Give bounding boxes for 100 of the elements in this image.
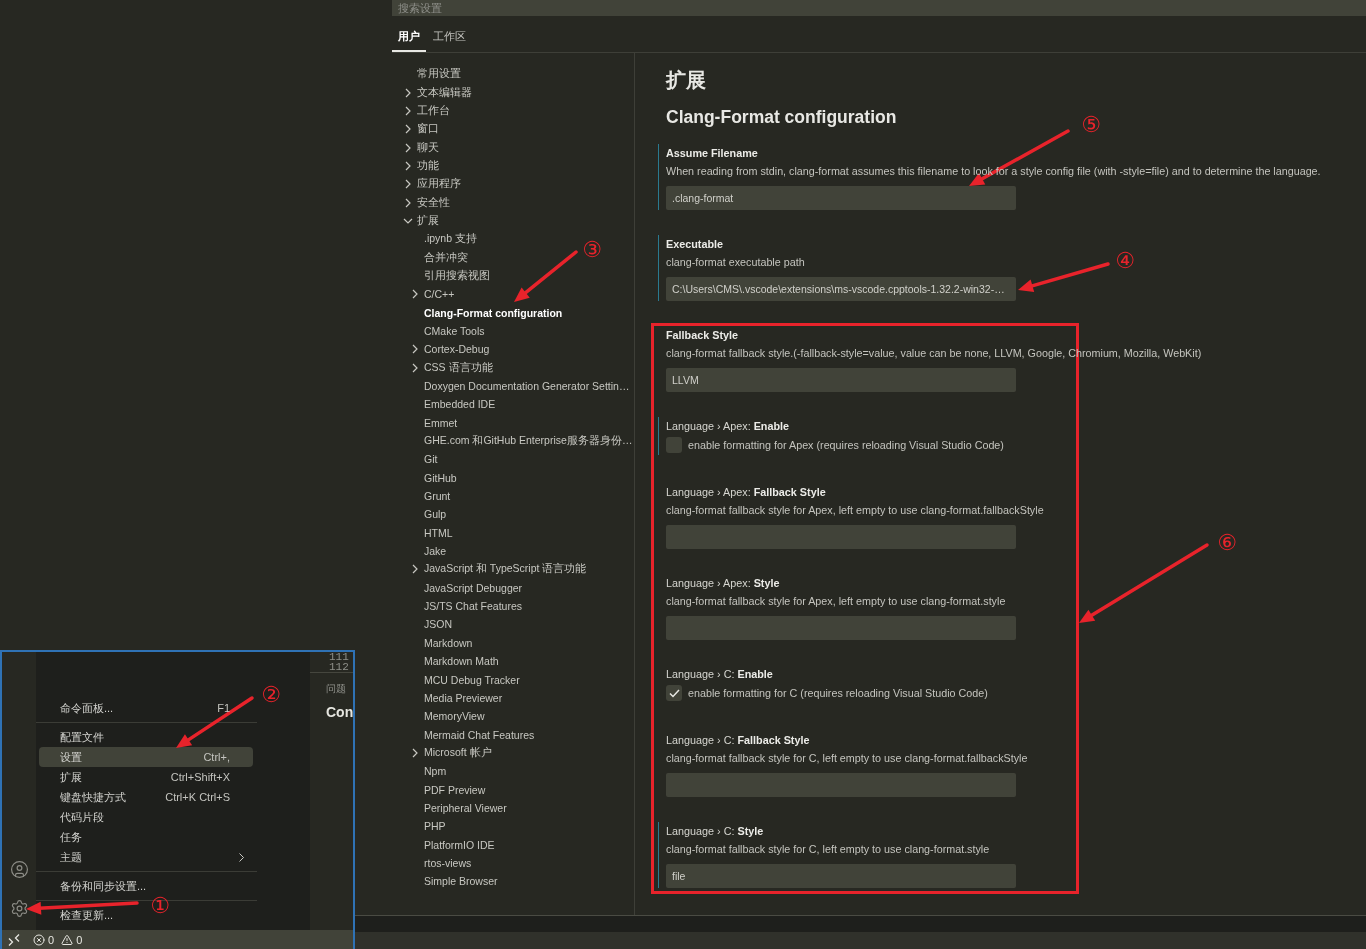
annotation-number: ⑥ bbox=[1217, 532, 1237, 554]
chevron-right-icon bbox=[239, 852, 244, 862]
chevron-right-icon bbox=[410, 344, 420, 355]
annotation-number: ⑤ bbox=[1081, 114, 1101, 136]
chevron-right-icon bbox=[403, 142, 413, 153]
toc-item[interactable]: Grunt bbox=[424, 486, 451, 506]
tab[interactable]: 用户 bbox=[392, 29, 426, 52]
toc-item[interactable]: JavaScript 和 TypeScript 语言功能 bbox=[410, 560, 587, 579]
setting-description: clang-format fallback style for C, left empty to use clang-format.style bbox=[666, 842, 990, 857]
error-count[interactable]: 0 bbox=[48, 933, 55, 946]
toc-item[interactable]: 窗口 bbox=[403, 120, 439, 139]
setting-title: Fallback Style bbox=[666, 328, 738, 343]
editor-text: Con bbox=[326, 704, 353, 720]
warning-count[interactable]: 0 bbox=[76, 933, 83, 946]
toc-item[interactable]: 引用搜索视图 bbox=[424, 266, 490, 286]
toc-item[interactable]: C/C++ bbox=[410, 285, 455, 304]
line-number: 112 bbox=[329, 662, 349, 672]
menu-item[interactable]: 主题 bbox=[39, 847, 253, 867]
toc-item[interactable]: 合并冲突 bbox=[424, 248, 468, 267]
toc-item[interactable]: Emmet bbox=[424, 413, 458, 432]
toc-item[interactable]: Cortex-Debug bbox=[410, 340, 490, 359]
toc-item[interactable]: Npm bbox=[424, 762, 447, 781]
warning-icon[interactable] bbox=[61, 933, 74, 946]
toc-item[interactable]: Media Previewer bbox=[424, 688, 503, 708]
toc-item[interactable]: Clang-Format configuration bbox=[424, 303, 563, 322]
setting-title: Language › C: Style bbox=[666, 824, 764, 839]
setting-description: enable formatting for C (requires reloading Visual Studio Code) bbox=[688, 685, 988, 701]
toc-item[interactable]: Git bbox=[424, 450, 438, 469]
text-input[interactable]: LLVM bbox=[666, 368, 1016, 392]
toc-item[interactable]: JSON bbox=[424, 615, 452, 634]
toc-item[interactable]: PDF Preview bbox=[424, 780, 486, 799]
chevron-right-icon bbox=[410, 747, 420, 758]
toc-item[interactable]: CSS 语言功能 bbox=[410, 358, 493, 377]
error-icon[interactable] bbox=[33, 933, 45, 946]
checkbox[interactable] bbox=[666, 685, 682, 701]
setting-title: Language › Apex: Style bbox=[666, 576, 780, 591]
account-icon[interactable] bbox=[9, 860, 29, 879]
toc-item[interactable]: Markdown bbox=[424, 633, 473, 652]
toc-item[interactable]: .ipynb 支持 bbox=[424, 230, 477, 249]
toc-item[interactable]: 应用程序 bbox=[403, 175, 461, 194]
menu-item[interactable]: 命令面板... F1 bbox=[39, 698, 253, 718]
toc-item[interactable]: PlatformIO IDE bbox=[424, 835, 495, 854]
toc-item[interactable]: rtos-views bbox=[424, 853, 472, 873]
toc-item[interactable]: Gulp bbox=[424, 505, 447, 524]
toc-item[interactable]: PHP bbox=[424, 817, 446, 836]
chevron-right-icon bbox=[403, 87, 413, 98]
text-input[interactable]: file bbox=[666, 864, 1016, 888]
menu-item[interactable]: 键盘快捷方式 Ctrl+K Ctrl+S bbox=[39, 787, 253, 807]
toc-item[interactable]: Markdown Math bbox=[424, 652, 499, 671]
text-input[interactable] bbox=[666, 773, 1016, 797]
toc-item[interactable]: Doxygen Documentation Generator Settin… bbox=[424, 376, 630, 396]
toc-item[interactable]: 文本编辑器 bbox=[403, 83, 472, 102]
toc-item[interactable]: Mermaid Chat Features bbox=[424, 725, 535, 744]
setting-title: Language › Apex: Fallback Style bbox=[666, 485, 826, 500]
toc-item[interactable]: GHE.com 和GitHub Enterprise服务器身份… bbox=[424, 431, 633, 451]
text-input[interactable]: .clang-format bbox=[666, 186, 1016, 210]
toc-item[interactable]: JS/TS Chat Features bbox=[424, 596, 523, 616]
toc-item[interactable]: 工作台 bbox=[403, 101, 450, 121]
remote-icon[interactable] bbox=[8, 933, 20, 946]
text-input[interactable]: C:\Users\CMS\.vscode\extensions\ms-vscode.cpptools-1.32.2-win32-… bbox=[666, 277, 1016, 301]
tab[interactable]: 工作区 bbox=[427, 29, 472, 52]
toc-item[interactable]: JavaScript Debugger bbox=[424, 578, 523, 597]
toc-item[interactable]: 常用设置 bbox=[417, 65, 461, 84]
annotation-number: ① bbox=[150, 895, 170, 917]
text-input[interactable] bbox=[666, 525, 1016, 549]
toc-item[interactable]: MCU Debug Tracker bbox=[424, 670, 520, 689]
chevron-right-icon bbox=[410, 564, 420, 575]
toc-item[interactable]: 扩展 bbox=[403, 211, 439, 231]
chevron-right-icon bbox=[403, 124, 413, 135]
menu-item[interactable]: 配置文件 bbox=[39, 727, 253, 747]
toc-item[interactable]: Microsoft 帐户 bbox=[410, 743, 492, 763]
annotation-arrow bbox=[514, 250, 578, 302]
setting-title: Language › Apex: Enable bbox=[666, 419, 790, 434]
toc-item[interactable]: 聊天 bbox=[403, 138, 439, 157]
checkbox[interactable] bbox=[666, 437, 682, 453]
chevron-right-icon bbox=[403, 105, 413, 116]
setting-description: enable formatting for Apex (requires reloading Visual Studio Code) bbox=[688, 437, 1004, 453]
toc-item[interactable]: HTML bbox=[424, 523, 453, 542]
toc-item[interactable]: Simple Browser bbox=[424, 872, 498, 891]
toc-item[interactable]: Peripheral Viewer bbox=[424, 798, 507, 818]
menu-item[interactable]: 备份和同步设置... bbox=[39, 876, 253, 896]
menu-item[interactable]: 代码片段 bbox=[39, 807, 253, 827]
setting-title: Executable bbox=[666, 237, 723, 252]
toc-item[interactable]: CMake Tools bbox=[424, 321, 485, 341]
search-field[interactable]: 搜索设置 bbox=[392, 0, 1366, 16]
toc-item[interactable]: 安全性 bbox=[403, 193, 450, 212]
menu-item[interactable]: 设置 Ctrl+, bbox=[39, 747, 253, 767]
panel-tab[interactable]: 问题 bbox=[326, 682, 346, 696]
settings-group-title: Clang-Format configuration bbox=[666, 106, 897, 129]
toc-item[interactable]: Embedded IDE bbox=[424, 395, 496, 414]
text-input[interactable] bbox=[666, 616, 1016, 640]
settings-icon[interactable] bbox=[9, 899, 29, 918]
menu-item[interactable]: 扩展 Ctrl+Shift+X bbox=[39, 767, 253, 787]
annotation-number: ② bbox=[261, 684, 281, 706]
chevron-right-icon bbox=[410, 362, 420, 373]
menu-item[interactable]: 任务 bbox=[39, 827, 253, 847]
toc-item[interactable]: MemoryView bbox=[424, 707, 485, 726]
toc-item[interactable]: GitHub bbox=[424, 468, 457, 487]
toc-item[interactable]: Jake bbox=[424, 541, 447, 561]
toc-item[interactable]: 功能 bbox=[403, 156, 439, 176]
